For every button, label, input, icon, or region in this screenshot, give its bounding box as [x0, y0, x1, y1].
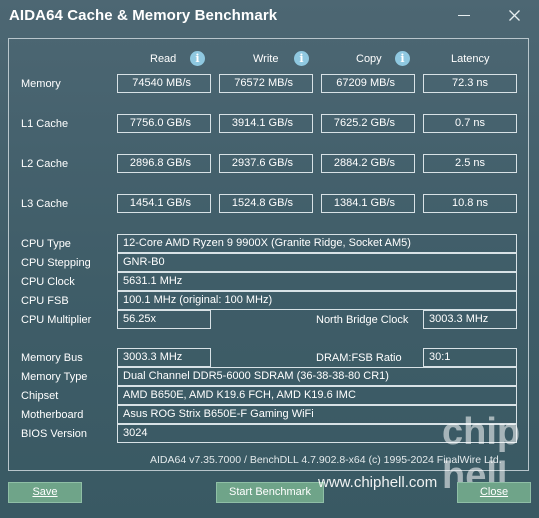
cpu-clock-label: CPU Clock: [21, 276, 75, 288]
memory-type-value: Dual Channel DDR5-6000 SDRAM (36-38-38-8…: [117, 367, 517, 386]
chipset-value: AMD B650E, AMD K19.6 FCH, AMD K19.6 IMC: [117, 386, 517, 405]
memory-write-value: 76572 MB/s: [219, 74, 313, 93]
start-benchmark-label: Start Benchmark: [229, 486, 311, 498]
save-button[interactable]: Save: [8, 482, 82, 503]
row-label-l1: L1 Cache: [21, 118, 69, 130]
memory-bus-label: Memory Bus: [21, 352, 83, 364]
memory-latency-value: 72.3 ns: [423, 74, 517, 93]
info-icon[interactable]: i: [190, 51, 205, 66]
l3-copy-value: 1384.1 GB/s: [321, 194, 415, 213]
col-write: Write: [253, 53, 279, 65]
close-button-label: Close: [479, 486, 509, 498]
minimize-button[interactable]: [451, 4, 477, 28]
motherboard-label: Motherboard: [21, 409, 84, 421]
l1-read-value: 7756.0 GB/s: [117, 114, 211, 133]
cpu-stepping-label: CPU Stepping: [21, 257, 91, 269]
cpu-clock-value: 5631.1 MHz: [117, 272, 517, 291]
cpu-multiplier-value: 56.25x: [117, 310, 211, 329]
l1-copy-value: 7625.2 GB/s: [321, 114, 415, 133]
nb-clock-value: 3003.3 MHz: [423, 310, 517, 329]
memory-copy-value: 67209 MB/s: [321, 74, 415, 93]
col-copy: Copy: [356, 53, 382, 65]
col-read: Read: [150, 53, 177, 65]
row-label-l2: L2 Cache: [21, 158, 69, 170]
row-label-l3: L3 Cache: [21, 198, 69, 210]
cpu-multiplier-label: CPU Multiplier: [21, 314, 92, 326]
cpu-stepping-value: GNR-B0: [117, 253, 517, 272]
minimize-icon: [458, 15, 470, 17]
nb-clock-label: North Bridge Clock: [316, 314, 409, 326]
l3-write-value: 1524.8 GB/s: [219, 194, 313, 213]
l1-write-value: 3914.1 GB/s: [219, 114, 313, 133]
memory-read-value: 74540 MB/s: [117, 74, 211, 93]
info-icon[interactable]: i: [395, 51, 410, 66]
l2-copy-value: 2884.2 GB/s: [321, 154, 415, 173]
cpu-fsb-label: CPU FSB: [21, 295, 69, 307]
watermark-url: www.chiphell.com: [318, 474, 438, 491]
l3-read-value: 1454.1 GB/s: [117, 194, 211, 213]
window-title: AIDA64 Cache & Memory Benchmark: [9, 7, 278, 24]
col-latency: Latency: [451, 53, 490, 65]
row-label-memory: Memory: [21, 78, 61, 90]
logo-text-chip: chip: [442, 411, 520, 453]
close-button[interactable]: Close: [457, 482, 531, 503]
info-icon[interactable]: i: [294, 51, 309, 66]
save-button-label: Save: [32, 486, 58, 498]
l1-latency-value: 0.7 ns: [423, 114, 517, 133]
chipset-label: Chipset: [21, 390, 59, 402]
memory-type-label: Memory Type: [21, 371, 88, 383]
dram-fsb-ratio-value: 30:1: [423, 348, 517, 367]
l3-latency-value: 10.8 ns: [423, 194, 517, 213]
bios-version-label: BIOS Version: [21, 428, 88, 440]
cpu-fsb-value: 100.1 MHz (original: 100 MHz): [117, 291, 517, 310]
l2-write-value: 2937.6 GB/s: [219, 154, 313, 173]
cpu-type-value: 12-Core AMD Ryzen 9 9900X (Granite Ridge…: [117, 234, 517, 253]
dram-fsb-ratio-label: DRAM:FSB Ratio: [316, 352, 402, 364]
cpu-type-label: CPU Type: [21, 238, 71, 250]
l2-latency-value: 2.5 ns: [423, 154, 517, 173]
memory-bus-value: 3003.3 MHz: [117, 348, 211, 367]
close-icon: [508, 10, 520, 22]
close-window-button[interactable]: [501, 4, 527, 28]
l2-read-value: 2896.8 GB/s: [117, 154, 211, 173]
start-benchmark-button[interactable]: Start Benchmark: [216, 482, 324, 503]
title-bar: AIDA64 Cache & Memory Benchmark: [0, 0, 539, 34]
